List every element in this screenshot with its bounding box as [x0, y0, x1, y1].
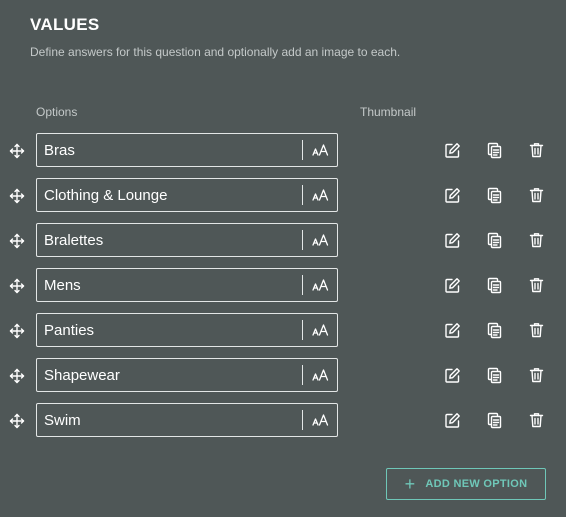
option-input[interactable]	[37, 359, 302, 391]
option-row	[0, 223, 566, 268]
edit-icon[interactable]	[443, 186, 461, 204]
option-input[interactable]	[37, 134, 302, 166]
copy-icon[interactable]	[485, 276, 503, 294]
text-size-icon[interactable]	[303, 359, 337, 391]
copy-icon[interactable]	[485, 231, 503, 249]
option-row	[0, 133, 566, 178]
text-size-icon[interactable]	[303, 179, 337, 211]
option-row	[0, 268, 566, 313]
copy-icon[interactable]	[485, 411, 503, 429]
drag-handle-icon[interactable]	[9, 188, 25, 204]
option-input[interactable]	[37, 224, 302, 256]
trash-icon[interactable]	[527, 186, 545, 204]
edit-icon[interactable]	[443, 141, 461, 159]
option-input[interactable]	[37, 269, 302, 301]
option-input[interactable]	[37, 404, 302, 436]
option-input[interactable]	[37, 179, 302, 211]
option-row	[0, 358, 566, 403]
option-field	[36, 223, 338, 257]
options-list	[0, 133, 566, 448]
drag-handle-icon[interactable]	[9, 233, 25, 249]
drag-handle-icon[interactable]	[9, 143, 25, 159]
drag-handle-icon[interactable]	[9, 413, 25, 429]
add-new-option-button[interactable]: + ADD NEW OPTION	[386, 468, 546, 500]
trash-icon[interactable]	[527, 231, 545, 249]
trash-icon[interactable]	[527, 276, 545, 294]
drag-handle-icon[interactable]	[9, 323, 25, 339]
text-size-icon[interactable]	[303, 269, 337, 301]
add-new-option-label: ADD NEW OPTION	[425, 478, 528, 490]
option-field	[36, 268, 338, 302]
option-row	[0, 313, 566, 358]
edit-icon[interactable]	[443, 411, 461, 429]
thumbnail-column-header: Thumbnail	[360, 105, 417, 119]
option-input[interactable]	[37, 314, 302, 346]
trash-icon[interactable]	[527, 366, 545, 384]
section-description: Define answers for this question and opt…	[30, 45, 401, 59]
copy-icon[interactable]	[485, 366, 503, 384]
option-field	[36, 358, 338, 392]
edit-icon[interactable]	[443, 366, 461, 384]
option-row	[0, 403, 566, 448]
edit-icon[interactable]	[443, 321, 461, 339]
trash-icon[interactable]	[527, 411, 545, 429]
text-size-icon[interactable]	[303, 224, 337, 256]
trash-icon[interactable]	[527, 321, 545, 339]
text-size-icon[interactable]	[303, 404, 337, 436]
option-field	[36, 403, 338, 437]
copy-icon[interactable]	[485, 186, 503, 204]
plus-icon: +	[404, 474, 416, 494]
copy-icon[interactable]	[485, 141, 503, 159]
trash-icon[interactable]	[527, 141, 545, 159]
option-row	[0, 178, 566, 223]
edit-icon[interactable]	[443, 231, 461, 249]
option-field	[36, 313, 338, 347]
text-size-icon[interactable]	[303, 134, 337, 166]
section-title: VALUES	[30, 15, 100, 34]
edit-icon[interactable]	[443, 276, 461, 294]
drag-handle-icon[interactable]	[9, 368, 25, 384]
copy-icon[interactable]	[485, 321, 503, 339]
drag-handle-icon[interactable]	[9, 278, 25, 294]
option-field	[36, 178, 338, 212]
text-size-icon[interactable]	[303, 314, 337, 346]
options-column-header: Options	[36, 105, 78, 119]
option-field	[36, 133, 338, 167]
